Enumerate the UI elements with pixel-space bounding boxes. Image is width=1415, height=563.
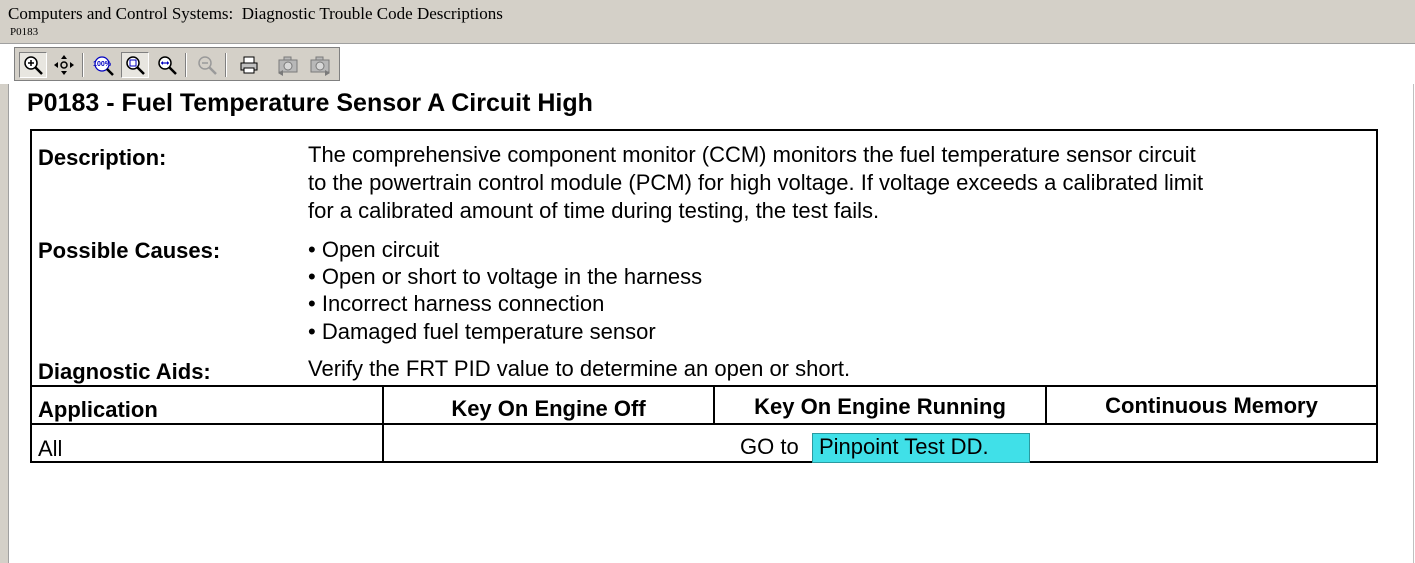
pan-button[interactable] [50, 52, 78, 78]
cause-item: • Damaged fuel temperature sensor [308, 319, 656, 344]
zoom-out-icon [196, 54, 218, 76]
left-scroll-edge [0, 84, 9, 563]
cause-text: Open circuit [321, 237, 440, 262]
description-label: Description: [38, 145, 167, 170]
toolbar-separator [82, 53, 84, 77]
camera-forward-icon [308, 54, 332, 76]
zoom-100-icon: 100% [91, 54, 115, 76]
diagnostic-aids-label: Diagnostic Aids: [38, 359, 211, 384]
zoom-in-button[interactable] [19, 52, 47, 78]
header-application: Application [38, 397, 158, 422]
table-divider [30, 385, 1378, 387]
camera-back-button[interactable] [274, 52, 302, 78]
diagnostic-aids-text: Verify the FRT PID value to determine an… [308, 356, 851, 381]
toolbar-separator [225, 53, 227, 77]
table-divider [30, 423, 1378, 425]
window-subtitle: P0183 [10, 26, 39, 38]
description-line: The comprehensive component monitor (CCM… [308, 142, 1196, 167]
cause-item: • Open or short to voltage in the harnes… [308, 264, 703, 289]
cause-text: Incorrect harness connection [321, 291, 605, 316]
title-bar: Computers and Control Systems: Diagnosti… [0, 0, 1415, 44]
go-to-text: GO to [740, 434, 799, 459]
cause-item: • Open circuit [308, 237, 440, 262]
app-window: Computers and Control Systems: Diagnosti… [0, 0, 1415, 563]
cause-text: Open or short to voltage in the harness [321, 264, 703, 289]
camera-forward-button[interactable] [306, 52, 334, 78]
description-line: to the powertrain control module (PCM) f… [308, 170, 1204, 195]
zoom-width-button[interactable] [153, 52, 181, 78]
toolbar-separator [185, 53, 187, 77]
description-line: for a calibrated amount of time during t… [308, 198, 880, 223]
zoom-fit-icon [124, 54, 146, 76]
page-title: P0183 - Fuel Temperature Sensor A Circui… [27, 89, 593, 117]
causes-label: Possible Causes: [38, 238, 221, 263]
camera-back-icon [276, 54, 300, 76]
svg-text:100%: 100% [93, 61, 112, 68]
cause-text: Damaged fuel temperature sensor [321, 319, 656, 344]
zoom-in-icon [22, 54, 44, 76]
toolbar-area: 100% [0, 44, 1415, 84]
toolbar: 100% [14, 47, 340, 81]
header-key-on-engine-off: Key On Engine Off [451, 396, 646, 421]
print-icon [238, 54, 260, 76]
zoom-100-button[interactable]: 100% [89, 52, 117, 78]
print-button[interactable] [235, 52, 263, 78]
zoom-width-icon [156, 54, 178, 76]
header-continuous-memory: Continuous Memory [1105, 393, 1318, 418]
pinpoint-test-link[interactable]: Pinpoint Test DD. [812, 433, 1030, 463]
header-key-on-engine-running: Key On Engine Running [754, 394, 1006, 419]
window-title: Computers and Control Systems: Diagnosti… [8, 4, 503, 23]
right-edge [1413, 84, 1414, 563]
application-value: All [38, 436, 63, 461]
cause-item: • Incorrect harness connection [308, 291, 605, 316]
pan-icon [53, 54, 75, 76]
zoom-out-button[interactable] [193, 52, 221, 78]
zoom-fit-button[interactable] [121, 52, 149, 78]
